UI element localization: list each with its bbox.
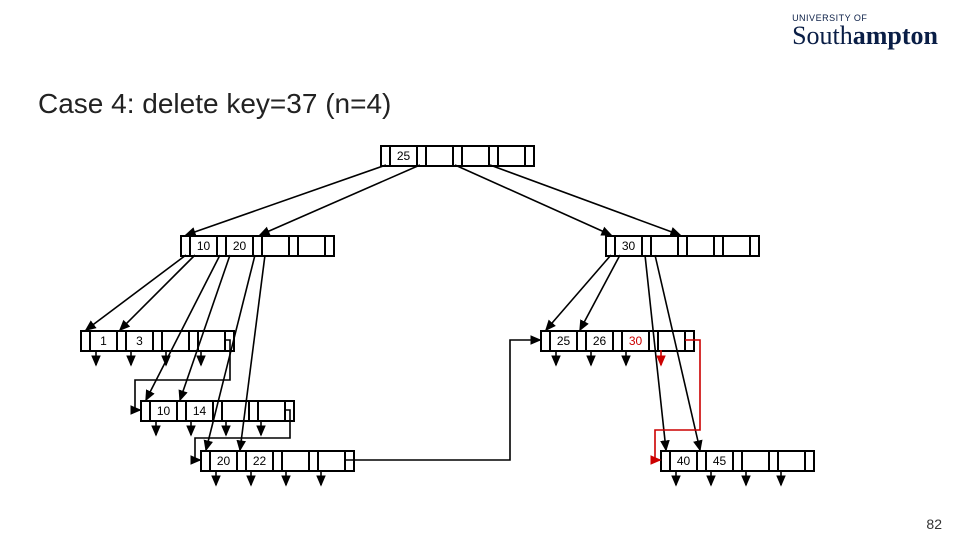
key-cell: 45 [707,452,734,470]
key-cell [779,452,806,470]
key-cell: 20 [227,237,254,255]
pointer-cell [214,402,223,420]
btree-node-leaf5: 40 45 [660,450,815,472]
slide-title: Case 4: delete key=37 (n=4) [38,88,391,120]
btree-node-root: 25 [380,145,535,167]
btree-node-midR: 30 [605,235,760,257]
pointer-cell [614,332,623,350]
pointer-cell [770,452,779,470]
key-cell [427,147,454,165]
key-cell [688,237,715,255]
pointer-cell [154,332,163,350]
key-cell: 1 [91,332,118,350]
key-cell: 3 [127,332,154,350]
arrow-layer [0,0,960,540]
pointer-cell [542,332,551,350]
pointer-cell [806,452,813,470]
pointer-cell [118,332,127,350]
pointer-cell [715,237,724,255]
pointer-cell [190,332,199,350]
key-cell [283,452,310,470]
key-cell [463,147,490,165]
pointer-cell [418,147,427,165]
pointer-cell [326,237,333,255]
key-cell [259,402,286,420]
pointer-cell [643,237,652,255]
key-cell: 40 [671,452,698,470]
pointer-cell [82,332,91,350]
pointer-cell [226,332,233,350]
pointer-cell [310,452,319,470]
pointer-cell [650,332,659,350]
btree-node-leaf2: 10 14 [140,400,295,422]
key-cell: 30 [616,237,643,255]
pointer-cell [490,147,499,165]
key-cell: 30 [623,332,650,350]
pointer-cell [382,147,391,165]
key-cell: 20 [211,452,238,470]
key-cell [659,332,686,350]
pointer-cell [250,402,259,420]
pointer-cell [142,402,151,420]
key-cell [743,452,770,470]
key-cell: 25 [551,332,578,350]
key-cell: 25 [391,147,418,165]
pointer-cell [202,452,211,470]
key-cell [299,237,326,255]
btree-node-leaf1: 13 [80,330,235,352]
key-cell [499,147,526,165]
key-cell [263,237,290,255]
pointer-cell [274,452,283,470]
pointer-cell [346,452,353,470]
key-cell [652,237,679,255]
pointer-cell [686,332,693,350]
key-cell [199,332,226,350]
pointer-cell [662,452,671,470]
key-cell: 14 [187,402,214,420]
page-number: 82 [926,516,942,532]
key-cell [724,237,751,255]
pointer-cell [238,452,247,470]
pointer-cell [178,402,187,420]
university-logo: UNIVERSITY OF Southampton [792,14,938,49]
key-cell: 26 [587,332,614,350]
pointer-cell [254,237,263,255]
pointer-cell [218,237,227,255]
btree-node-leaf3: 2022 [200,450,355,472]
pointer-cell [734,452,743,470]
pointer-cell [290,237,299,255]
logo-big-text: Southampton [792,23,938,49]
key-cell: 10 [151,402,178,420]
pointer-cell [182,237,191,255]
key-cell [223,402,250,420]
pointer-cell [607,237,616,255]
pointer-cell [698,452,707,470]
pointer-cell [679,237,688,255]
pointer-cell [286,402,293,420]
key-cell: 10 [191,237,218,255]
pointer-cell [454,147,463,165]
pointer-cell [526,147,533,165]
pointer-cell [751,237,758,255]
key-cell [163,332,190,350]
btree-node-leaf4: 25 26 30 [540,330,695,352]
key-cell [319,452,346,470]
pointer-cell [578,332,587,350]
key-cell: 22 [247,452,274,470]
btree-node-midL: 10 20 [180,235,335,257]
